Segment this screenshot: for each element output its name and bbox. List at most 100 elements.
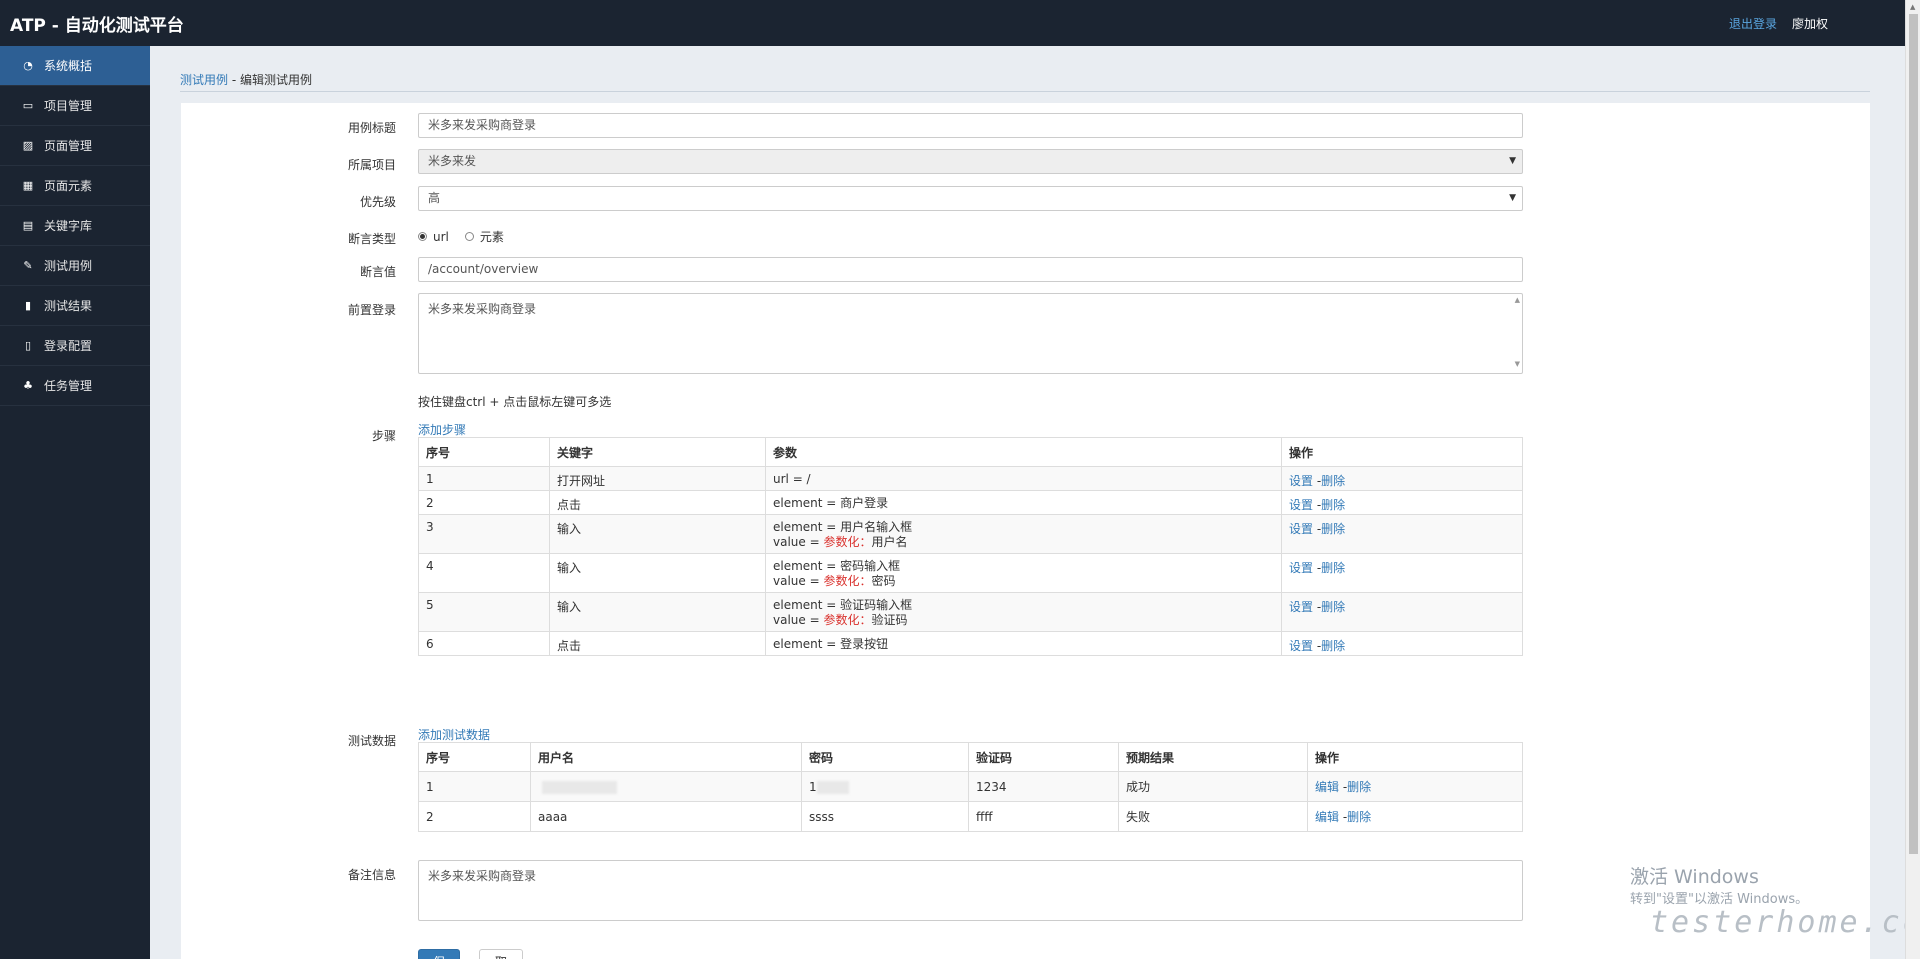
scroll-arrows-icon[interactable]: ▲ ▼ <box>1515 296 1520 368</box>
cell-password: 1 <box>801 771 969 802</box>
project-select-value: 米多来发 <box>428 154 477 168</box>
breadcrumb-divider <box>180 91 1870 92</box>
steps-table: 序号 关键字 参数 操作 1 打开网址 url = / 设置 -删除 2 点击 elemen… <box>418 437 1523 656</box>
param-value: 密码 <box>871 574 896 588</box>
priority-select[interactable]: 高 ▼ <box>418 186 1523 211</box>
step-set-link[interactable]: 设置 <box>1289 600 1313 614</box>
cell-password-text: 1 <box>809 779 817 794</box>
breadcrumb-link-testcases[interactable]: 测试用例 <box>180 73 228 87</box>
op-separator: - <box>1313 639 1322 653</box>
param-line: element = 登录按钮 <box>773 637 889 651</box>
op-separator: - <box>1313 522 1322 536</box>
redacted-password <box>816 780 849 794</box>
app-title[interactable]: ATP - 自动化测试平台 <box>10 11 184 36</box>
add-testdata-link[interactable]: 添加测试数据 <box>418 726 490 743</box>
sidebar-item[interactable]: ◔ 系统概括 <box>0 46 150 86</box>
testdata-table: 序号 用户名 密码 验证码 预期结果 操作 1 1 1234 成功 编辑 -删除 2 aaa… <box>418 742 1523 832</box>
top-navbar: ATP - 自动化测试平台 退出登录 廖加权 <box>0 0 1920 46</box>
cell-username: aaaa <box>530 801 802 832</box>
sidebar-item-label: 测试用例 <box>44 259 93 273</box>
sidebar-item[interactable]: ▭ 项目管理 <box>0 86 150 126</box>
op-separator: - <box>1313 498 1322 512</box>
dashboard-icon: ◔ <box>23 59 33 72</box>
param-line: element = 商户登录 <box>773 496 889 510</box>
cell-no: 2 <box>418 490 550 515</box>
grid-icon: ▦ <box>22 179 34 192</box>
windows-activation-title: 激活 Windows <box>1630 866 1759 888</box>
assert-value-label: 断言值 <box>359 265 396 279</box>
remark-textarea[interactable]: 米多来发采购商登录 <box>418 860 1523 921</box>
table-row: 3 输入 element = 用户名输入框 value = 参数化：用户名 设置 -删除 <box>418 514 1523 554</box>
step-set-link[interactable]: 设置 <box>1289 639 1313 653</box>
step-delete-link[interactable]: 删除 <box>1321 522 1345 536</box>
title-input[interactable]: 米多来发采购商登录 <box>418 113 1523 138</box>
testdata-edit-link[interactable]: 编辑 <box>1315 780 1339 794</box>
radio-element[interactable] <box>464 232 474 241</box>
project-label: 所属项目 <box>347 158 396 172</box>
assert-type-radio-group: url 元素 <box>418 228 520 245</box>
cell-no: 2 <box>418 801 531 832</box>
col-header: 序号 <box>418 742 531 772</box>
sidebar-item[interactable]: ♣ 任务管理 <box>0 366 150 406</box>
param-line: url = / <box>773 472 811 486</box>
radio-url[interactable] <box>418 232 427 241</box>
cell-keyword: 输入 <box>549 553 766 593</box>
sidebar-item[interactable]: ▤ 关键字库 <box>0 206 150 246</box>
col-header: 操作 <box>1281 437 1523 467</box>
parameterized-tag: 参数化： <box>823 574 872 588</box>
step-delete-link[interactable]: 删除 <box>1321 474 1345 488</box>
sidebar-item[interactable]: ▯ 登录配置 <box>0 326 150 366</box>
steps-label: 步骤 <box>371 429 396 443</box>
cell-keyword: 点击 <box>549 631 766 656</box>
testdata-delete-link[interactable]: 删除 <box>1347 810 1371 824</box>
step-set-link[interactable]: 设置 <box>1289 474 1313 488</box>
cell-code: 1234 <box>968 771 1119 802</box>
op-separator: - <box>1313 561 1322 575</box>
table-icon: ▤ <box>22 219 34 232</box>
step-delete-link[interactable]: 删除 <box>1321 498 1345 512</box>
sidebar-item[interactable]: ▦ 页面元素 <box>0 166 150 206</box>
step-delete-link[interactable]: 删除 <box>1321 600 1345 614</box>
testdata-edit-link[interactable]: 编辑 <box>1315 810 1339 824</box>
assert-type-element-option[interactable]: 元素 <box>464 228 504 245</box>
step-set-link[interactable]: 设置 <box>1289 522 1313 536</box>
sidebar-item[interactable]: ✎ 测试用例 <box>0 246 150 286</box>
book-icon: ▯ <box>24 339 32 352</box>
testdata-delete-link[interactable]: 删除 <box>1347 780 1371 794</box>
cell-no: 3 <box>418 514 550 554</box>
scrollbar-thumb[interactable] <box>1909 14 1918 854</box>
add-step-link[interactable]: 添加步骤 <box>418 421 466 438</box>
param-line: element = 用户名输入框 <box>773 520 913 534</box>
current-user[interactable]: 廖加权 <box>1792 15 1828 32</box>
page-scrollbar[interactable]: ▲ <box>1905 0 1920 959</box>
assert-type-url-option[interactable]: url <box>418 230 449 244</box>
col-header: 参数 <box>765 437 1282 467</box>
step-delete-link[interactable]: 删除 <box>1321 639 1345 653</box>
cell-params: element = 登录按钮 <box>765 631 1282 656</box>
cell-username-text: aaaa <box>538 809 568 824</box>
step-delete-link[interactable]: 删除 <box>1321 561 1345 575</box>
sidebar-item[interactable]: ▮ 测试结果 <box>0 286 150 326</box>
priority-select-value: 高 <box>428 191 441 205</box>
radio-url-label: url <box>433 229 449 244</box>
pre-login-option[interactable]: 米多来发采购商登录 <box>428 302 536 316</box>
sidebar-item[interactable]: ▨ 页面管理 <box>0 126 150 166</box>
picture-icon: ▨ <box>22 139 34 152</box>
save-button[interactable]: 保存 <box>418 949 460 959</box>
assert-type-label: 断言类型 <box>347 232 396 246</box>
cell-ops: 编辑 -删除 <box>1307 801 1523 832</box>
cell-password: ssss <box>801 801 969 832</box>
pre-login-label: 前置登录 <box>347 303 396 317</box>
logout-link[interactable]: 退出登录 <box>1729 15 1777 32</box>
project-select[interactable]: 米多来发 ▼ <box>418 149 1523 174</box>
step-set-link[interactable]: 设置 <box>1289 561 1313 575</box>
step-set-link[interactable]: 设置 <box>1289 498 1313 512</box>
cancel-button[interactable]: 取消 <box>479 949 523 959</box>
pre-login-multiselect[interactable]: 米多来发采购商登录 ▲ ▼ <box>418 293 1523 374</box>
param-value-prefix: value = <box>773 574 824 588</box>
assert-value-input[interactable]: /account/overview <box>418 257 1523 282</box>
cell-password-text: ssss <box>809 809 835 824</box>
parameterized-tag: 参数化： <box>823 613 872 627</box>
table-row: 1 打开网址 url = / 设置 -删除 <box>418 466 1523 491</box>
scroll-up-icon[interactable]: ▲ <box>1910 3 1915 11</box>
